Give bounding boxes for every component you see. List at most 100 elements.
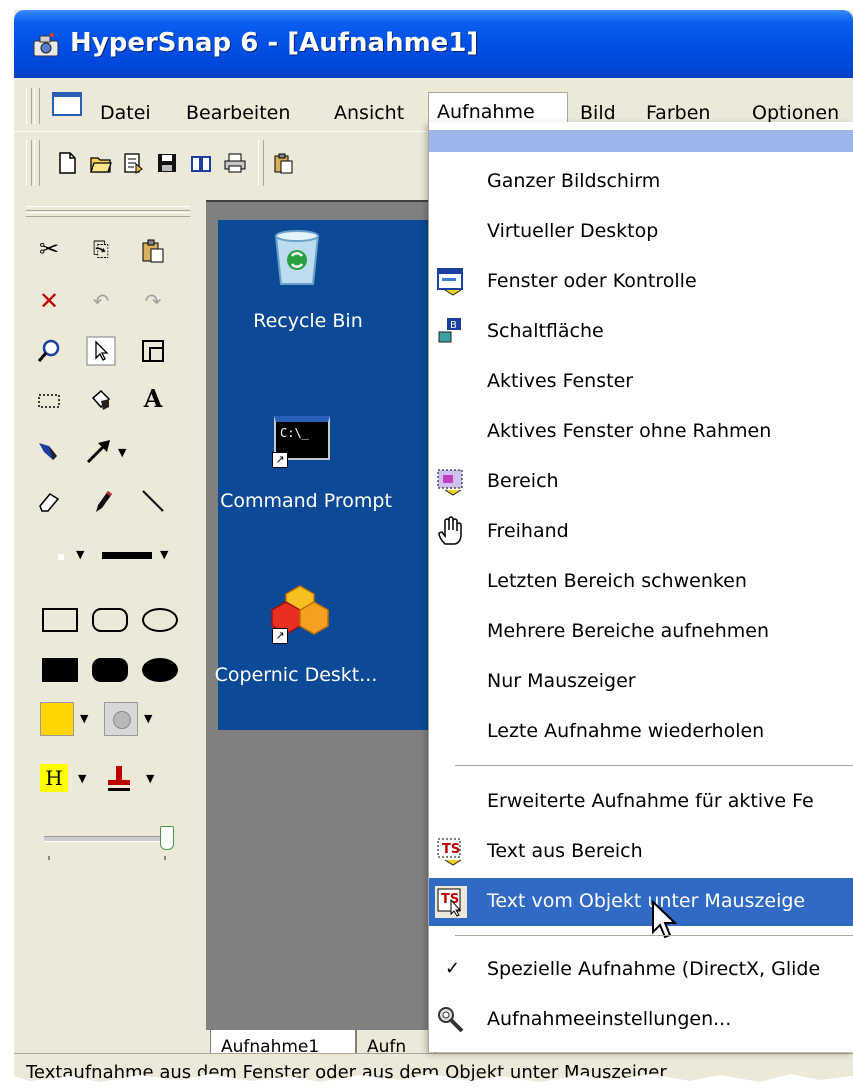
line-style-dropdown-icon[interactable]: ▼: [160, 548, 168, 561]
arrow-dropdown-icon[interactable]: ▼: [118, 446, 126, 459]
rounded-rect-tool-icon[interactable]: [92, 608, 128, 632]
line-style-swatch[interactable]: [102, 552, 152, 559]
menu-farben[interactable]: Farben: [646, 102, 710, 124]
paste-tool-icon[interactable]: [140, 238, 166, 264]
filled-rounded-rect-tool-icon[interactable]: [92, 658, 128, 682]
undo-icon[interactable]: ↶: [88, 288, 114, 314]
stamp-icon[interactable]: [104, 764, 134, 794]
menu-item-mehrere-bereiche[interactable]: Mehrere Bereiche aufnehmen: [429, 608, 853, 656]
menu-item-schaltflaeche[interactable]: B Schaltfläche: [429, 308, 853, 356]
cut-icon[interactable]: ✂: [36, 236, 62, 262]
workspace: Recycle Bin C:\_ ↗ Command Prompt ↗ Cope…: [206, 200, 456, 1032]
mouse-cursor-icon: [652, 900, 678, 939]
captured-desktop[interactable]: Recycle Bin C:\_ ↗ Command Prompt ↗ Cope…: [215, 220, 456, 730]
zoom-slider-track[interactable]: [44, 836, 174, 842]
save-icon[interactable]: [156, 152, 178, 174]
zoom-icon[interactable]: [36, 338, 62, 364]
foreground-color-dropdown-icon[interactable]: ▼: [80, 712, 88, 725]
menu-item-text-vom-objekt[interactable]: TS Text vom Objekt unter Mauszeige: [429, 878, 853, 939]
menu-item-aufnahmeeinstellungen[interactable]: Aufnahmeeinstellungen...: [429, 996, 853, 1044]
menu-item-bereich[interactable]: Bereich: [429, 458, 853, 506]
text-region-icon: TS: [437, 838, 462, 866]
open-folder-icon[interactable]: [90, 152, 112, 174]
menu-item-label: Spezielle Aufnahme (DirectX, Glide: [487, 958, 821, 980]
foreground-color-swatch[interactable]: [40, 702, 74, 736]
highlight-dropdown-icon[interactable]: ▼: [78, 772, 86, 785]
filled-ellipse-tool-icon[interactable]: [142, 658, 178, 682]
highlight-tool-icon[interactable]: H: [40, 764, 68, 792]
book-icon[interactable]: [190, 152, 212, 174]
menu-item-label: Fenster oder Kontrolle: [487, 270, 697, 292]
menu-item-letzten-bereich-schwenken[interactable]: Letzten Bereich schwenken: [429, 558, 853, 606]
line-width-dropdown-icon[interactable]: ▼: [76, 548, 84, 561]
menu-item-fenster-oder-kontrolle[interactable]: Fenster oder Kontrolle: [429, 258, 853, 306]
palette-grip[interactable]: [26, 206, 190, 211]
palette-grip[interactable]: [26, 212, 190, 217]
menu-item-lezte-aufnahme[interactable]: Lezte Aufnahme wiederholen: [429, 708, 853, 756]
svg-text:TS: TS: [442, 842, 460, 857]
menu-item-aktives-fenster-ohne-rahmen[interactable]: Aktives Fenster ohne Rahmen: [429, 408, 853, 456]
line-width-swatch[interactable]: [58, 554, 64, 560]
redo-icon[interactable]: ↷: [140, 288, 166, 314]
delete-icon[interactable]: ✕: [36, 288, 62, 314]
svg-text:B: B: [450, 320, 457, 331]
window-title: HyperSnap 6 - [Aufnahme1]: [70, 28, 479, 58]
line-tool-icon[interactable]: [140, 488, 166, 514]
menu-item-aktives-fenster[interactable]: Aktives Fenster: [429, 358, 853, 406]
menubar-grip[interactable]: [26, 88, 32, 124]
menu-item-nur-mauszeiger[interactable]: Nur Mauszeiger: [429, 658, 853, 706]
menu-item-label: Erweiterte Aufnahme für aktive Fe: [487, 790, 814, 812]
menu-optionen[interactable]: Optionen: [752, 102, 839, 124]
settings-icon: [438, 1007, 464, 1033]
background-color-dropdown-icon[interactable]: ▼: [144, 712, 152, 725]
menu-item-label: Text aus Bereich: [487, 840, 643, 862]
checkmark-icon: ✓: [445, 958, 461, 979]
fill-bucket-icon[interactable]: [88, 388, 114, 414]
crop-icon[interactable]: [140, 338, 166, 364]
filled-rect-tool-icon[interactable]: [42, 658, 78, 682]
menubar-grip[interactable]: [34, 88, 40, 124]
recycle-bin-label: Recycle Bin: [253, 310, 363, 332]
pencil-icon[interactable]: [88, 488, 114, 514]
menu-datei[interactable]: Datei: [100, 102, 151, 124]
menu-item-label: Aktives Fenster: [487, 370, 634, 392]
menu-item-label: Letzten Bereich schwenken: [487, 570, 747, 592]
menu-item-ganzer-bildschirm[interactable]: Ganzer Bildschirm: [429, 158, 853, 206]
document-icon[interactable]: [52, 92, 82, 116]
command-prompt-label: Command Prompt: [220, 490, 392, 512]
torn-edge: [0, 1072, 853, 1091]
rectangle-tool-icon[interactable]: [42, 608, 78, 632]
print-icon[interactable]: [224, 152, 246, 174]
menu-bild[interactable]: Bild: [580, 102, 616, 124]
slider-tick: [48, 856, 50, 860]
stamp-dropdown-icon[interactable]: ▼: [146, 772, 154, 785]
pointer-icon[interactable]: [86, 336, 116, 366]
import-icon[interactable]: [122, 152, 144, 174]
window-capture-icon: [437, 268, 463, 296]
new-file-icon[interactable]: [56, 152, 78, 174]
menu-item-erweiterte-aufnahme[interactable]: Erweiterte Aufnahme für aktive Fe: [429, 778, 853, 826]
title-bar[interactable]: HyperSnap 6 - [Aufnahme1]: [14, 10, 853, 78]
text-tool-icon[interactable]: A: [140, 386, 166, 412]
paste-icon[interactable]: [272, 152, 294, 174]
eraser-icon[interactable]: [36, 488, 62, 514]
copy-icon[interactable]: ⎘: [88, 236, 114, 262]
menu-item-virtueller-desktop[interactable]: Virtueller Desktop: [429, 208, 853, 256]
zoom-slider-thumb[interactable]: [160, 826, 174, 850]
stamp-tool-icon[interactable]: [36, 438, 62, 464]
select-rect-icon[interactable]: [36, 388, 62, 414]
menu-item-spezielle-aufnahme[interactable]: ✓ Spezielle Aufnahme (DirectX, Glide: [429, 946, 853, 994]
menu-item-label: Text vom Objekt unter Mauszeige: [487, 890, 806, 912]
ellipse-tool-icon[interactable]: [142, 608, 178, 632]
menu-item-text-aus-bereich[interactable]: TS Text aus Bereich: [429, 828, 853, 876]
toolbar-grip[interactable]: [26, 140, 32, 186]
menu-item-label: Mehrere Bereiche aufnehmen: [487, 620, 770, 642]
menu-bearbeiten[interactable]: Bearbeiten: [186, 102, 290, 124]
arrow-tool-icon[interactable]: [86, 438, 112, 464]
background-color-swatch[interactable]: [104, 702, 138, 736]
toolbar-grip[interactable]: [34, 140, 40, 186]
menu-ansicht[interactable]: Ansicht: [334, 102, 404, 124]
menu-item-label: Nur Mauszeiger: [487, 670, 636, 692]
menu-item-freihand[interactable]: Freihand: [429, 508, 853, 556]
menu-item-label: Virtueller Desktop: [487, 220, 659, 242]
